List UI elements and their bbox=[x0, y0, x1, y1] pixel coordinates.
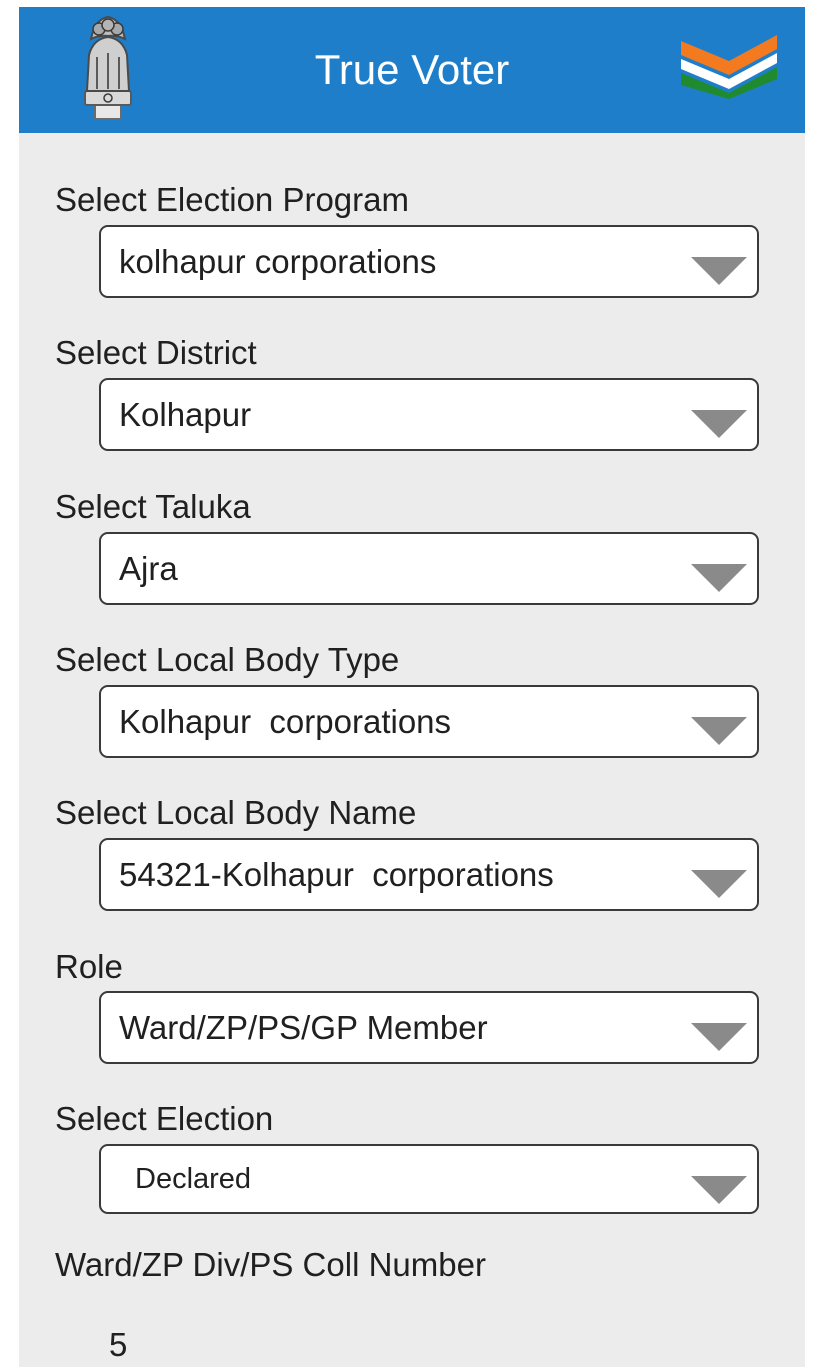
taluka-label: Select Taluka bbox=[55, 488, 251, 525]
role-label: Role bbox=[55, 948, 123, 985]
dropdown-arrow-icon bbox=[691, 1023, 747, 1051]
district-value: Kolhapur bbox=[119, 396, 252, 433]
taluka-value: Ajra bbox=[119, 550, 178, 587]
ward-number-label: Ward/ZP Div/PS Coll Number bbox=[55, 1246, 486, 1283]
dropdown-arrow-icon bbox=[691, 717, 747, 745]
dropdown-arrow-icon bbox=[691, 257, 747, 285]
app-screen: True Voter Select Election Program kolha… bbox=[19, 7, 805, 1367]
ward-number-input[interactable]: 5 bbox=[109, 1325, 127, 1365]
tricolor-chevron-icon bbox=[681, 35, 777, 99]
local-body-name-value: 54321-Kolhapur corporations bbox=[119, 856, 554, 893]
app-bar: True Voter bbox=[19, 7, 805, 133]
dropdown-arrow-icon bbox=[691, 870, 747, 898]
taluka-select[interactable]: Ajra bbox=[99, 532, 759, 605]
local-body-name-label: Select Local Body Name bbox=[55, 794, 417, 831]
election-program-select[interactable]: kolhapur corporations bbox=[99, 225, 759, 298]
election-select[interactable]: Declared bbox=[99, 1144, 759, 1214]
dropdown-arrow-icon bbox=[691, 410, 747, 438]
district-label: Select District bbox=[55, 334, 257, 371]
local-body-type-select[interactable]: Kolhapur corporations bbox=[99, 685, 759, 758]
election-program-value: kolhapur corporations bbox=[119, 243, 437, 280]
role-select[interactable]: Ward/ZP/PS/GP Member bbox=[99, 991, 759, 1064]
dropdown-arrow-icon bbox=[691, 564, 747, 592]
election-value: Declared bbox=[135, 1163, 252, 1195]
election-label: Select Election bbox=[55, 1100, 274, 1137]
dropdown-arrow-icon bbox=[691, 1176, 747, 1204]
election-program-label: Select Election Program bbox=[55, 181, 409, 218]
local-body-type-value: Kolhapur corporations bbox=[119, 703, 452, 740]
district-select[interactable]: Kolhapur bbox=[99, 378, 759, 451]
local-body-name-select[interactable]: 54321-Kolhapur corporations bbox=[99, 838, 759, 911]
local-body-type-label: Select Local Body Type bbox=[55, 641, 400, 678]
role-value: Ward/ZP/PS/GP Member bbox=[119, 1009, 488, 1046]
